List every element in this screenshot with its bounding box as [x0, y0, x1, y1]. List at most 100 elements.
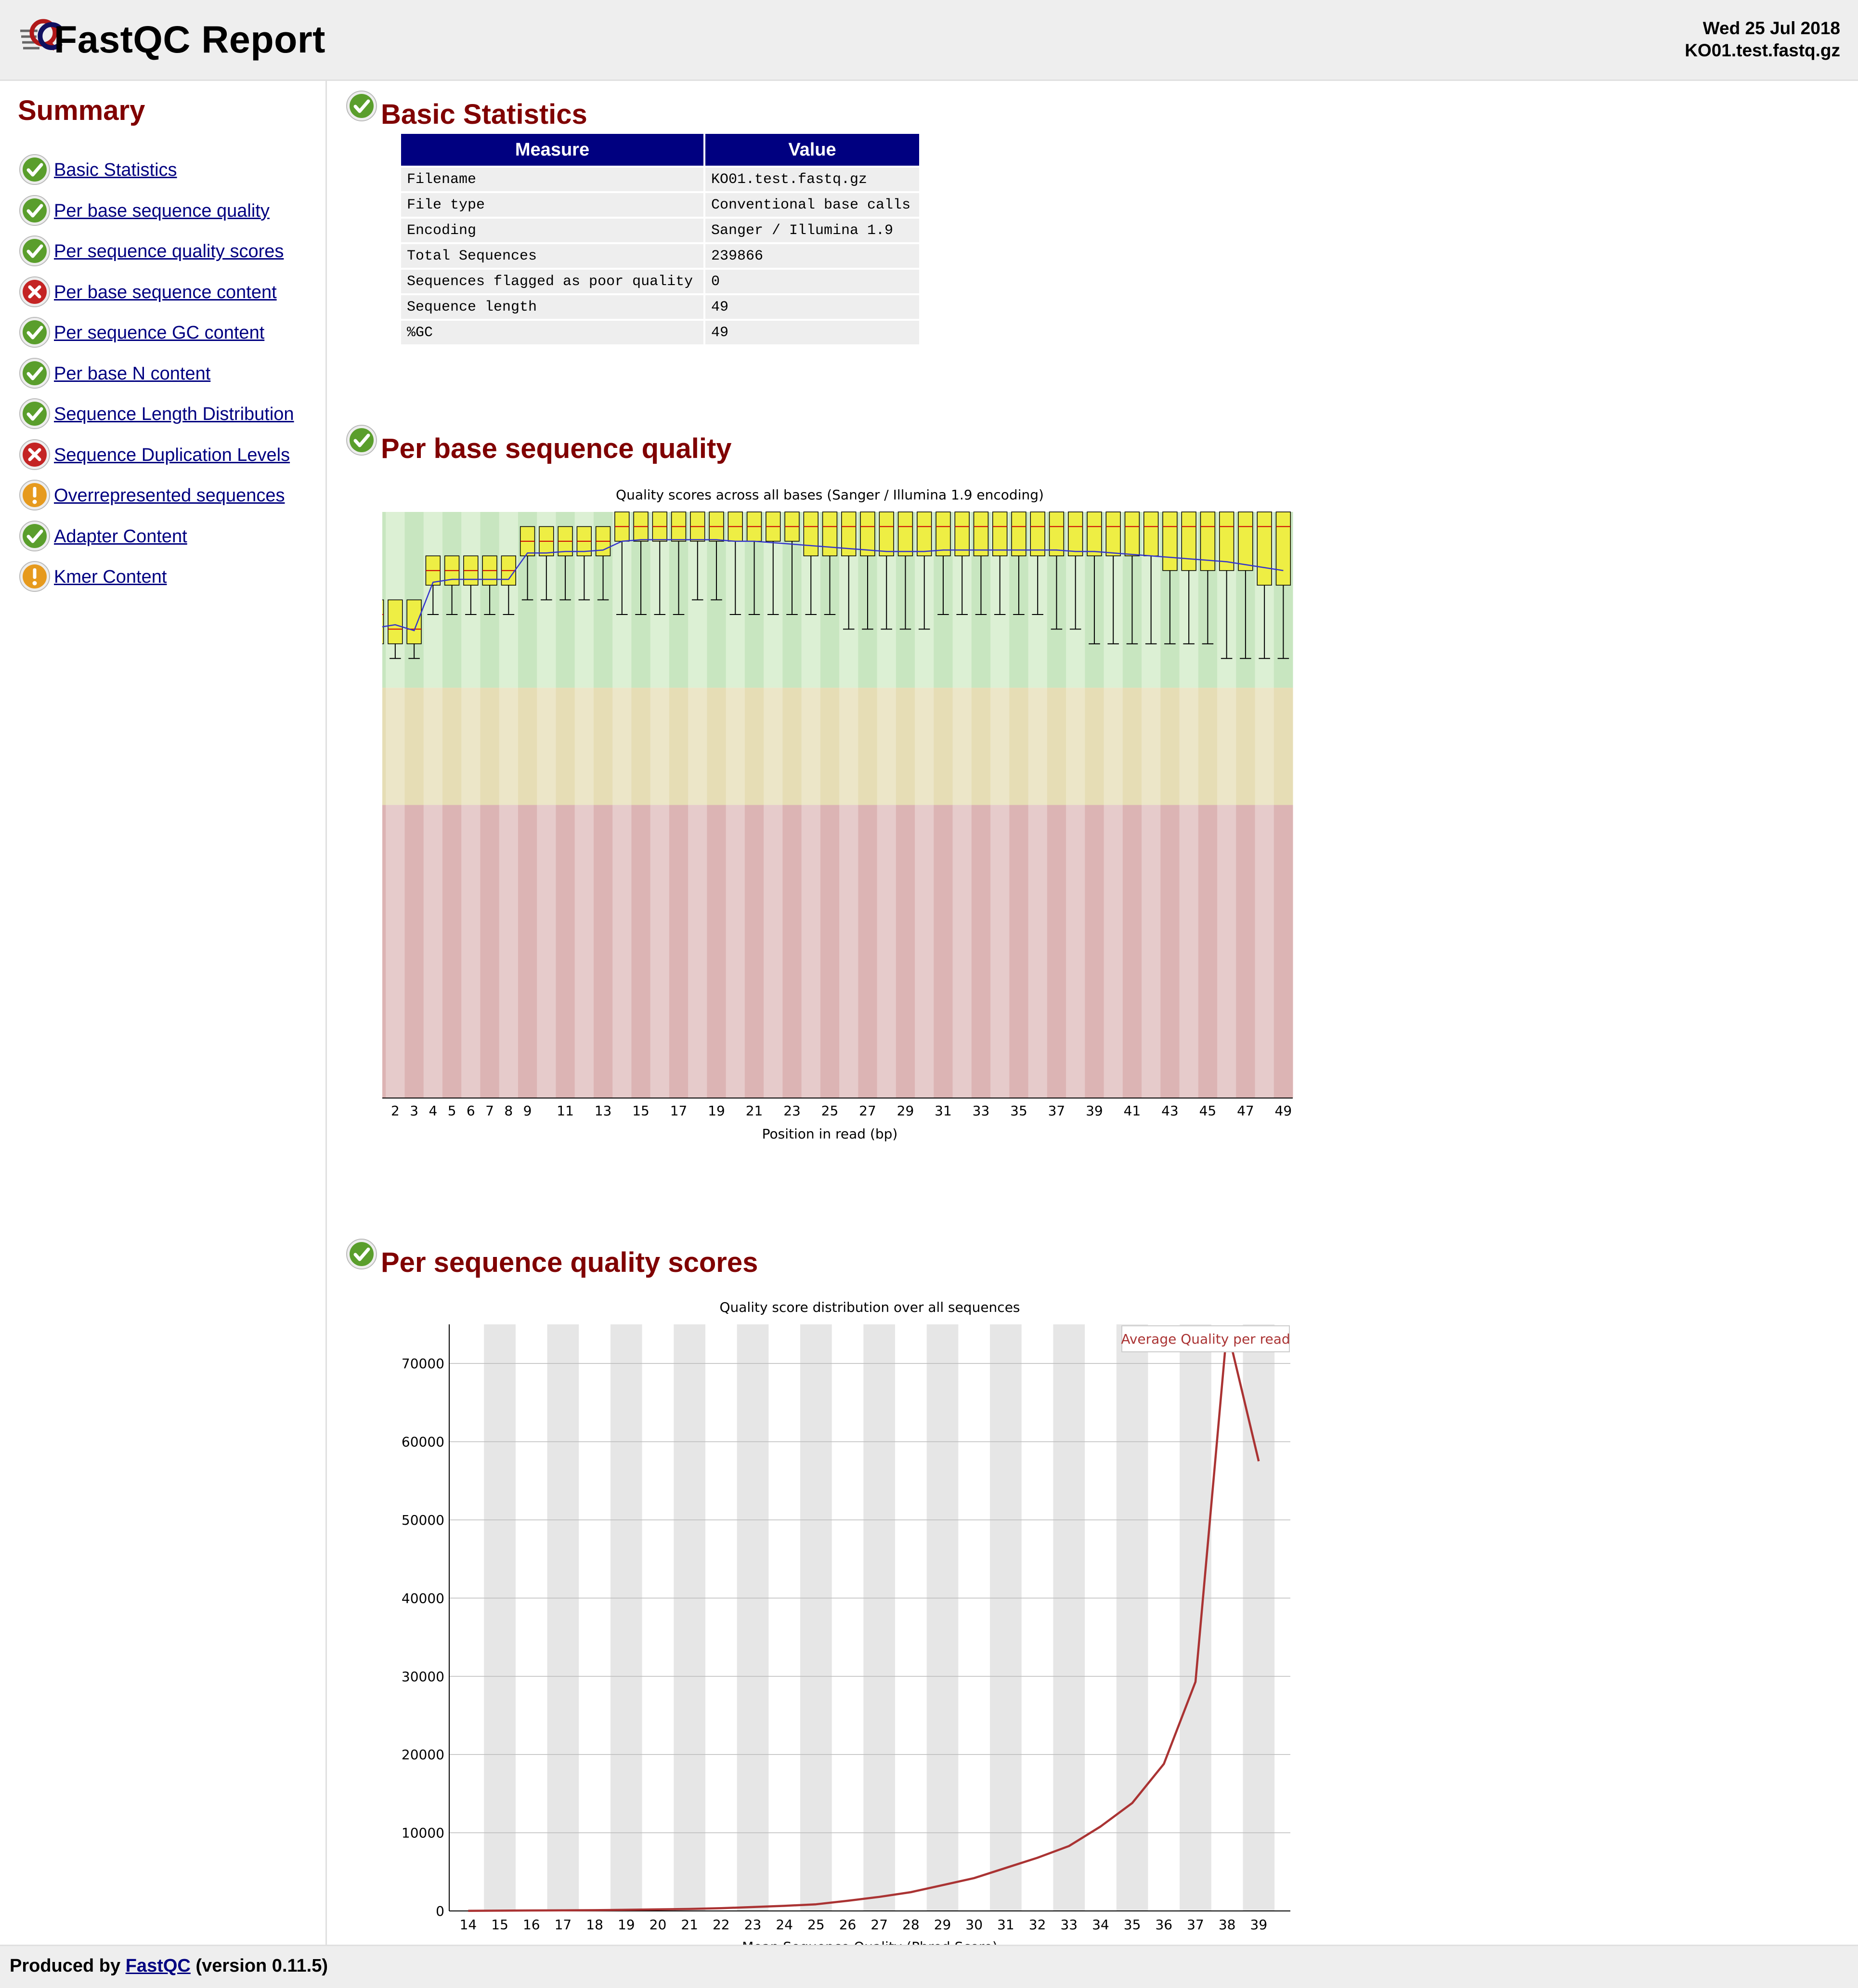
quality-zone-stripe: [764, 688, 783, 805]
column-stripe: [737, 1324, 769, 1911]
summary-link[interactable]: Overrepresented sequences: [54, 485, 285, 506]
quality-zone-stripe: [1104, 805, 1123, 1098]
quality-zone-stripe: [593, 805, 613, 1098]
x-tick-label: 17: [555, 1917, 572, 1933]
x-tick-label: 23: [744, 1917, 762, 1933]
y-tick-label: 0: [436, 1903, 444, 1919]
report-date: Wed 25 Jul 2018: [1702, 18, 1840, 38]
value-cell: 239866: [705, 244, 919, 268]
quality-zone-stripe: [915, 805, 934, 1098]
x-tick-label: 34: [1092, 1917, 1109, 1933]
quality-zone-stripe: [650, 688, 670, 805]
quality-zone-stripe: [1198, 805, 1218, 1098]
x-tick-label: 36: [1155, 1917, 1172, 1933]
quality-zone-stripe: [669, 805, 689, 1098]
summary-link[interactable]: Kmer Content: [54, 567, 167, 588]
x-tick-label: 25: [821, 1103, 839, 1119]
quartile-box: [1275, 511, 1291, 586]
x-tick-label: 22: [713, 1917, 730, 1933]
quality-zone-stripe: [1085, 805, 1104, 1098]
summary-link[interactable]: Per base N content: [54, 364, 210, 384]
summary-link[interactable]: Adapter Content: [54, 526, 187, 547]
x-tick-label: 19: [618, 1917, 635, 1933]
measure-cell: Total Sequences: [401, 244, 703, 268]
quality-zone-stripe: [404, 688, 424, 805]
report-header: FastQC Report Wed 25 Jul 2018 KO01.test.…: [0, 0, 1858, 81]
per-sequence-quality-chart: Quality score distribution over all sequ…: [402, 1299, 1290, 1945]
per-sequence-quality-title: Per sequence quality scores: [381, 1247, 758, 1278]
quality-zone-stripe: [1160, 805, 1180, 1098]
column-stripe: [863, 1324, 896, 1911]
quartile-box: [879, 511, 894, 557]
x-tick-label: 21: [681, 1917, 698, 1933]
summary-link[interactable]: Per base sequence content: [54, 282, 277, 303]
summary-link[interactable]: Per sequence GC content: [54, 323, 264, 343]
summary-link[interactable]: Basic Statistics: [54, 160, 177, 181]
summary-link[interactable]: Per sequence quality scores: [54, 241, 284, 262]
quality-zone-stripe: [556, 688, 575, 805]
y-tick-label: 30000: [402, 1669, 444, 1685]
quartile-box: [1162, 511, 1178, 571]
quality-zone-stripe: [820, 805, 840, 1098]
per-base-quality-chart: Quality scores across all bases (Sanger …: [382, 487, 1293, 1142]
quartile-box: [822, 511, 838, 557]
x-tick-label: 39: [1250, 1917, 1268, 1933]
quality-zone-stripe: [952, 688, 972, 805]
x-tick-label: 3: [410, 1103, 418, 1119]
quality-zone-stripe: [801, 688, 821, 805]
quality-zone-stripe: [1236, 688, 1256, 805]
quality-zone-stripe: [782, 688, 802, 805]
quality-zone-stripe: [382, 688, 386, 805]
legend-label: Average Quality per read: [1121, 1331, 1290, 1347]
quartile-box: [1143, 511, 1159, 557]
fastqc-link[interactable]: FastQC: [126, 1956, 191, 1976]
quality-zone-stripe: [1009, 688, 1029, 805]
summary-link[interactable]: Sequence Duplication Levels: [54, 445, 290, 466]
quartile-box: [917, 511, 932, 557]
quality-zone-stripe: [1085, 688, 1104, 805]
x-tick-label: 33: [1060, 1917, 1078, 1933]
quality-zone-stripe: [574, 688, 594, 805]
quality-zone-stripe: [386, 688, 405, 805]
quality-zone-stripe: [707, 805, 727, 1098]
quartile-box: [1030, 511, 1045, 557]
y-tick-label: 50000: [402, 1512, 444, 1528]
quality-zone-stripe: [858, 688, 878, 805]
quality-zone-stripe: [499, 688, 519, 805]
x-tick-label: 4: [429, 1103, 437, 1119]
measure-cell: Sequences flagged as poor quality: [401, 270, 703, 293]
quality-zone-stripe: [1273, 688, 1293, 805]
value-cell: Conventional base calls: [705, 193, 919, 217]
x-tick-label: 29: [897, 1103, 914, 1119]
quality-zone-stripe: [1142, 688, 1161, 805]
value-cell: 49: [705, 295, 919, 319]
x-tick-label: 45: [1199, 1103, 1217, 1119]
quality-zone-stripe: [934, 805, 953, 1098]
quality-zone-stripe: [764, 805, 783, 1098]
measure-cell: File type: [401, 193, 703, 217]
quality-zone-stripe: [707, 688, 727, 805]
column-stripe: [800, 1324, 832, 1911]
measure-cell: Sequence length: [401, 295, 703, 319]
column-stripe: [1116, 1324, 1148, 1911]
quality-zone-stripe: [1179, 805, 1199, 1098]
x-tick-label: 31: [997, 1917, 1014, 1933]
table-row: Sequence length 49: [401, 295, 919, 319]
x-tick-label: 30: [965, 1917, 983, 1933]
quality-zone-stripe: [442, 688, 462, 805]
quality-zone-stripe: [382, 805, 386, 1098]
x-tick-label: 20: [650, 1917, 667, 1933]
quality-zone-stripe: [404, 805, 424, 1098]
value-cell: 49: [705, 321, 919, 344]
quartile-box: [1087, 511, 1102, 557]
quality-zone-stripe: [1142, 805, 1161, 1098]
quality-zone-stripe: [1236, 805, 1256, 1098]
summary-link[interactable]: Per base sequence quality: [54, 201, 270, 222]
summary-link[interactable]: Sequence Length Distribution: [54, 404, 294, 425]
quality-zone-stripe: [518, 688, 537, 805]
quality-zone-stripe: [669, 688, 689, 805]
x-tick-label: 35: [1124, 1917, 1141, 1933]
per-base-quality-title: Per base sequence quality: [381, 433, 732, 464]
quality-zone-stripe: [1047, 805, 1066, 1098]
column-stripe: [674, 1324, 705, 1911]
